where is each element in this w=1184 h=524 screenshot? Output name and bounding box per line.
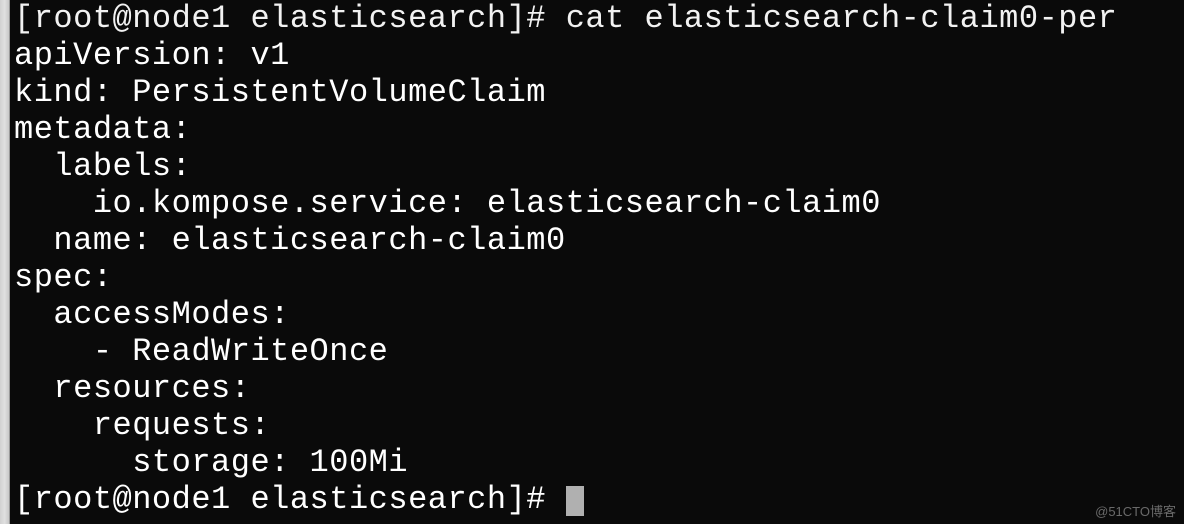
terminal-prompt-line[interactable]: [root@node1 elasticsearch]#	[14, 481, 1180, 518]
terminal-line: requests:	[14, 407, 1180, 444]
terminal-line: spec:	[14, 259, 1180, 296]
terminal-line: resources:	[14, 370, 1180, 407]
terminal-line: kind: PersistentVolumeClaim	[14, 74, 1180, 111]
terminal-line: storage: 100Mi	[14, 444, 1180, 481]
editor-left-frame	[0, 0, 10, 524]
terminal-line: name: elasticsearch-claim0	[14, 222, 1180, 259]
terminal-line: labels:	[14, 148, 1180, 185]
terminal-line: accessModes:	[14, 296, 1180, 333]
terminal-line: apiVersion: v1	[14, 37, 1180, 74]
terminal-line: io.kompose.service: elasticsearch-claim0	[14, 185, 1180, 222]
terminal-line: - ReadWriteOnce	[14, 333, 1180, 370]
terminal-line: [root@node1 elasticsearch]# cat elastics…	[14, 0, 1180, 37]
terminal-window[interactable]: [root@node1 elasticsearch]# cat elastics…	[10, 0, 1184, 524]
watermark-text: @51CTO博客	[1095, 501, 1176, 520]
terminal-cursor	[566, 486, 584, 516]
terminal-prompt: [root@node1 elasticsearch]#	[14, 481, 566, 518]
terminal-line: metadata:	[14, 111, 1180, 148]
